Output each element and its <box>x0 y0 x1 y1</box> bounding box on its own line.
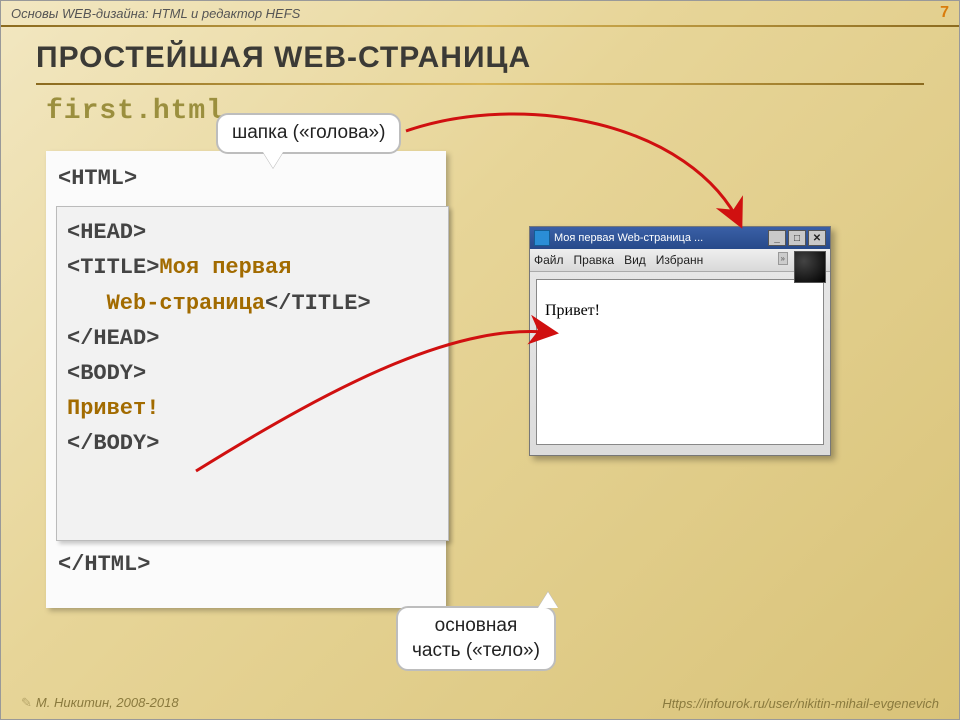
context-text: Основы WEB-дизайна: HTML и редактор HEFS <box>11 6 300 21</box>
code-line: <HEAD> <box>67 215 438 250</box>
menu-item-file[interactable]: Файл <box>534 253 564 267</box>
menu-item-view[interactable]: Вид <box>624 253 646 267</box>
author-text: ✎М. Никитин, 2008-2018 <box>21 695 179 711</box>
footer-bar: ✎М. Никитин, 2008-2018 Https://infourok.… <box>1 693 959 713</box>
code-line: <BODY> <box>67 356 438 391</box>
browser-titlebar: Моя первая Web-страница ... _ □ ✕ <box>530 227 830 249</box>
separator <box>1 25 959 27</box>
menu-item-edit[interactable]: Правка <box>574 253 615 267</box>
close-button[interactable]: ✕ <box>808 230 826 246</box>
code-line: </HEAD> <box>67 321 438 356</box>
menu-item-favorites[interactable]: Избранн <box>656 253 703 267</box>
code-line: </BODY> <box>67 426 438 461</box>
title-underline <box>36 83 924 85</box>
page-body-text: Привет! <box>545 302 600 319</box>
code-box-outer: <HTML> <HEAD> <TITLE>Моя первая Web-стра… <box>46 151 446 608</box>
browser-viewport: Привет! <box>536 279 824 445</box>
slide: Основы WEB-дизайна: HTML и редактор HEFS… <box>0 0 960 720</box>
browser-menubar: Файл Правка Вид Избранн » <box>530 249 830 272</box>
context-bar: Основы WEB-дизайна: HTML и редактор HEFS… <box>1 1 959 25</box>
maximize-button[interactable]: □ <box>788 230 806 246</box>
browser-app-icon <box>534 230 550 246</box>
callout-body: основная часть («тело») <box>396 606 556 671</box>
code-box-inner: <HEAD> <TITLE>Моя первая Web-страница</T… <box>56 206 449 541</box>
footer-url: Https://infourok.ru/user/nikitin-mihail-… <box>662 696 939 711</box>
pencil-icon: ✎ <box>21 695 32 710</box>
code-line: </HTML> <box>58 547 434 582</box>
filename-label: first.html <box>46 96 224 127</box>
code-line: Привет! <box>67 391 438 426</box>
code-line: <HTML> <box>58 161 434 196</box>
minimize-button[interactable]: _ <box>768 230 786 246</box>
callout-head: шапка («голова») <box>216 113 401 154</box>
code-line: <TITLE>Моя первая <box>67 250 438 285</box>
page-number: 7 <box>940 4 949 22</box>
chevron-right-icon[interactable]: » <box>778 252 788 265</box>
code-line: Web-страница</TITLE> <box>67 286 438 321</box>
slide-title: Простейшая Web-страница <box>36 41 531 75</box>
browser-title-text: Моя первая Web-страница ... <box>554 232 766 244</box>
browser-logo-icon <box>794 251 826 283</box>
browser-window: Моя первая Web-страница ... _ □ ✕ Файл П… <box>529 226 831 456</box>
